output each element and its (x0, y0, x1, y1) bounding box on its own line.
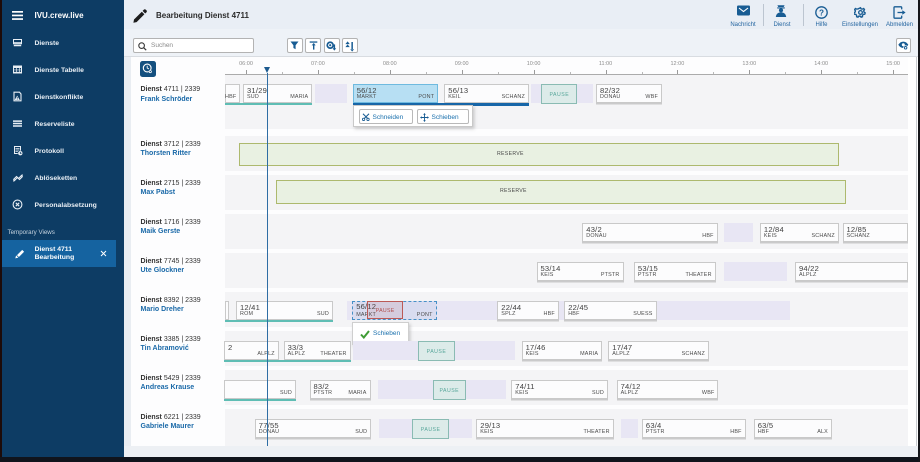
svg-text:?: ? (819, 8, 824, 17)
